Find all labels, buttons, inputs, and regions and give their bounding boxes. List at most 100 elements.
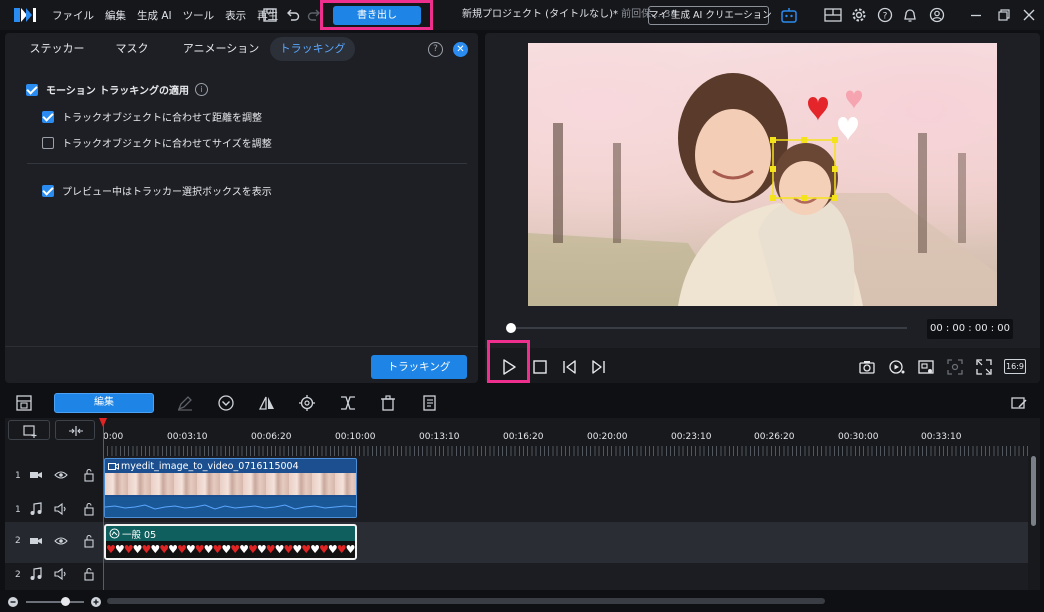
pen-icon[interactable]: [176, 394, 194, 412]
motion-tracking-label: モーション トラッキングの適用: [46, 86, 189, 97]
next-frame-icon[interactable]: [590, 358, 608, 376]
menu-file[interactable]: ファイル: [52, 8, 94, 23]
account-icon[interactable]: [929, 7, 945, 23]
playback-mode-icon[interactable]: [888, 358, 906, 376]
tab-tracking[interactable]: トラッキング: [270, 37, 355, 61]
unlock-icon[interactable]: [82, 534, 96, 548]
fit-timeline-button[interactable]: [55, 420, 95, 440]
ruler-label: 00:26:20: [754, 432, 795, 442]
flip-icon[interactable]: [258, 394, 276, 412]
eye-icon[interactable]: [54, 534, 68, 548]
ai-assistant-icon[interactable]: [780, 6, 798, 24]
unlock-icon[interactable]: [82, 567, 96, 581]
video-clip[interactable]: myedit_image_to_video_0716115004: [104, 458, 357, 518]
play-icon[interactable]: [500, 358, 518, 376]
stop-icon[interactable]: [531, 358, 549, 376]
ruler-label: 00:20:00: [587, 432, 628, 442]
tab-animation[interactable]: アニメーション: [177, 37, 265, 61]
timeline-view-icon[interactable]: [15, 394, 33, 412]
layout-icon[interactable]: [824, 7, 842, 23]
title-bar: ファイル 編集 生成 AI ツール 表示 再生 書き出し 新規プロジェクト (タ…: [0, 0, 1044, 30]
ruler-label: 00:33:10: [921, 432, 962, 442]
restore-icon[interactable]: [996, 7, 1012, 23]
timecode-display: 00 : 00 : 00 : 00: [927, 319, 1013, 339]
playback-scrubber[interactable]: [511, 327, 907, 329]
unlock-icon[interactable]: [82, 502, 96, 516]
menu-bar: ファイル 編集 生成 AI ツール 表示 再生: [52, 0, 289, 30]
subtitle-icon[interactable]: [420, 394, 438, 412]
show-tracker-box-checkbox[interactable]: [42, 184, 54, 197]
playhead-handle[interactable]: [99, 418, 107, 427]
undo-icon[interactable]: [285, 7, 301, 23]
audio-waveform: [105, 497, 356, 517]
tab-sticker[interactable]: ステッカー: [26, 37, 88, 61]
zoom-fit-icon[interactable]: [946, 358, 964, 376]
motion-tracking-checkbox[interactable]: [26, 83, 38, 96]
edit-button[interactable]: 編集: [54, 393, 154, 413]
add-track-button[interactable]: [8, 420, 50, 440]
menu-gen-ai[interactable]: 生成 AI: [137, 8, 172, 23]
dropdown-circle-icon[interactable]: [217, 394, 235, 412]
tracking-button[interactable]: トラッキング: [371, 355, 467, 379]
snapshot-icon[interactable]: [858, 358, 876, 376]
unlock-icon[interactable]: [82, 468, 96, 482]
zoom-slider-track[interactable]: [26, 601, 84, 603]
timeline-vertical-scrollbar[interactable]: [1031, 456, 1036, 526]
zoom-in-icon[interactable]: [90, 596, 102, 608]
info-icon[interactable]: i: [194, 83, 208, 96]
time-ruler[interactable]: 0:00 00:03:10 00:06:20 00:10:00 00:13:10…: [103, 418, 1028, 458]
fit-timeline-icon: [69, 426, 83, 436]
speaker-icon[interactable]: [54, 502, 68, 516]
menu-view[interactable]: 表示: [225, 8, 246, 23]
option-adjust-distance[interactable]: トラックオブジェクトに合わせて距離を調整: [42, 109, 262, 124]
preview-quality-icon[interactable]: [917, 358, 935, 376]
playhead-line[interactable]: [103, 418, 104, 590]
ruler-label: 00:03:10: [167, 432, 208, 442]
panel-tabs: ステッカー マスク アニメーション トラッキング ? ✕: [5, 37, 478, 61]
tab-mask[interactable]: マスク: [110, 37, 154, 61]
minimize-icon[interactable]: [968, 7, 984, 23]
option-adjust-size[interactable]: トラックオブジェクトに合わせてサイズを調整: [42, 135, 272, 150]
hearts-thumbnail-strip: ♥♥♥♥♥♥♥♥♥♥♥♥♥♥♥♥♥♥♥♥♥♥♥♥♥♥♥♥♥♥♥♥♥♥♥♥♥♥♥♥…: [106, 541, 355, 558]
gear-icon[interactable]: [851, 7, 867, 23]
aspect-ratio-button[interactable]: 16:9: [1004, 359, 1026, 374]
music-note-icon: [30, 502, 42, 515]
track-row-audio-2[interactable]: [103, 563, 1028, 590]
scrubber-handle[interactable]: [506, 323, 516, 333]
ruler-label: 00:30:00: [838, 432, 879, 442]
fullscreen-icon[interactable]: [975, 358, 993, 376]
adjust-distance-checkbox[interactable]: [42, 110, 54, 123]
target-icon[interactable]: [298, 394, 316, 412]
timeline-horizontal-scrollbar[interactable]: [107, 598, 825, 604]
help-icon[interactable]: ?: [877, 7, 893, 23]
preview-video-frame[interactable]: [528, 43, 997, 306]
zoom-out-icon[interactable]: [7, 596, 19, 608]
export-button[interactable]: 書き出し: [333, 6, 421, 25]
ruler-ticks: [103, 446, 1028, 456]
title-clip-name: 一般 05: [122, 530, 157, 541]
menu-tools[interactable]: ツール: [183, 8, 215, 23]
panel-close-icon[interactable]: ✕: [453, 42, 468, 57]
options-divider: [27, 163, 467, 164]
ai-creation-button[interactable]: マイ 生成 AI クリエーション: [648, 6, 772, 25]
notification-icon[interactable]: [902, 7, 918, 23]
title-clip[interactable]: 一般 05 ♥♥♥♥♥♥♥♥♥♥♥♥♥♥♥♥♥♥♥♥♥♥♥♥♥♥♥♥♥♥♥♥♥♥…: [104, 524, 357, 560]
track-number: 2: [15, 536, 21, 546]
previous-frame-icon[interactable]: [560, 358, 578, 376]
panel-help-icon[interactable]: ?: [428, 42, 443, 57]
zoom-slider-handle[interactable]: [61, 597, 70, 606]
menu-edit[interactable]: 編集: [105, 8, 126, 23]
eye-icon[interactable]: [54, 468, 68, 482]
option-show-tracker-box[interactable]: プレビュー中はトラッカー選択ボックスを表示: [42, 183, 272, 198]
speaker-icon[interactable]: [54, 567, 68, 581]
edit-tools-icon[interactable]: [1010, 394, 1028, 412]
adjust-size-checkbox[interactable]: [42, 136, 54, 149]
project-title: 新規プロジェクト (タイトルなし)* 前回保...:38: [462, 0, 677, 30]
close-icon[interactable]: [1021, 7, 1037, 23]
adjust-size-label: トラックオブジェクトに合わせてサイズを調整: [62, 139, 272, 150]
option-motion-tracking[interactable]: モーション トラッキングの適用 i: [26, 82, 208, 97]
transition-icon[interactable]: [339, 394, 357, 412]
save-icon[interactable]: [262, 7, 278, 23]
app-logo-icon: [14, 8, 36, 22]
trash-icon[interactable]: [379, 394, 397, 412]
